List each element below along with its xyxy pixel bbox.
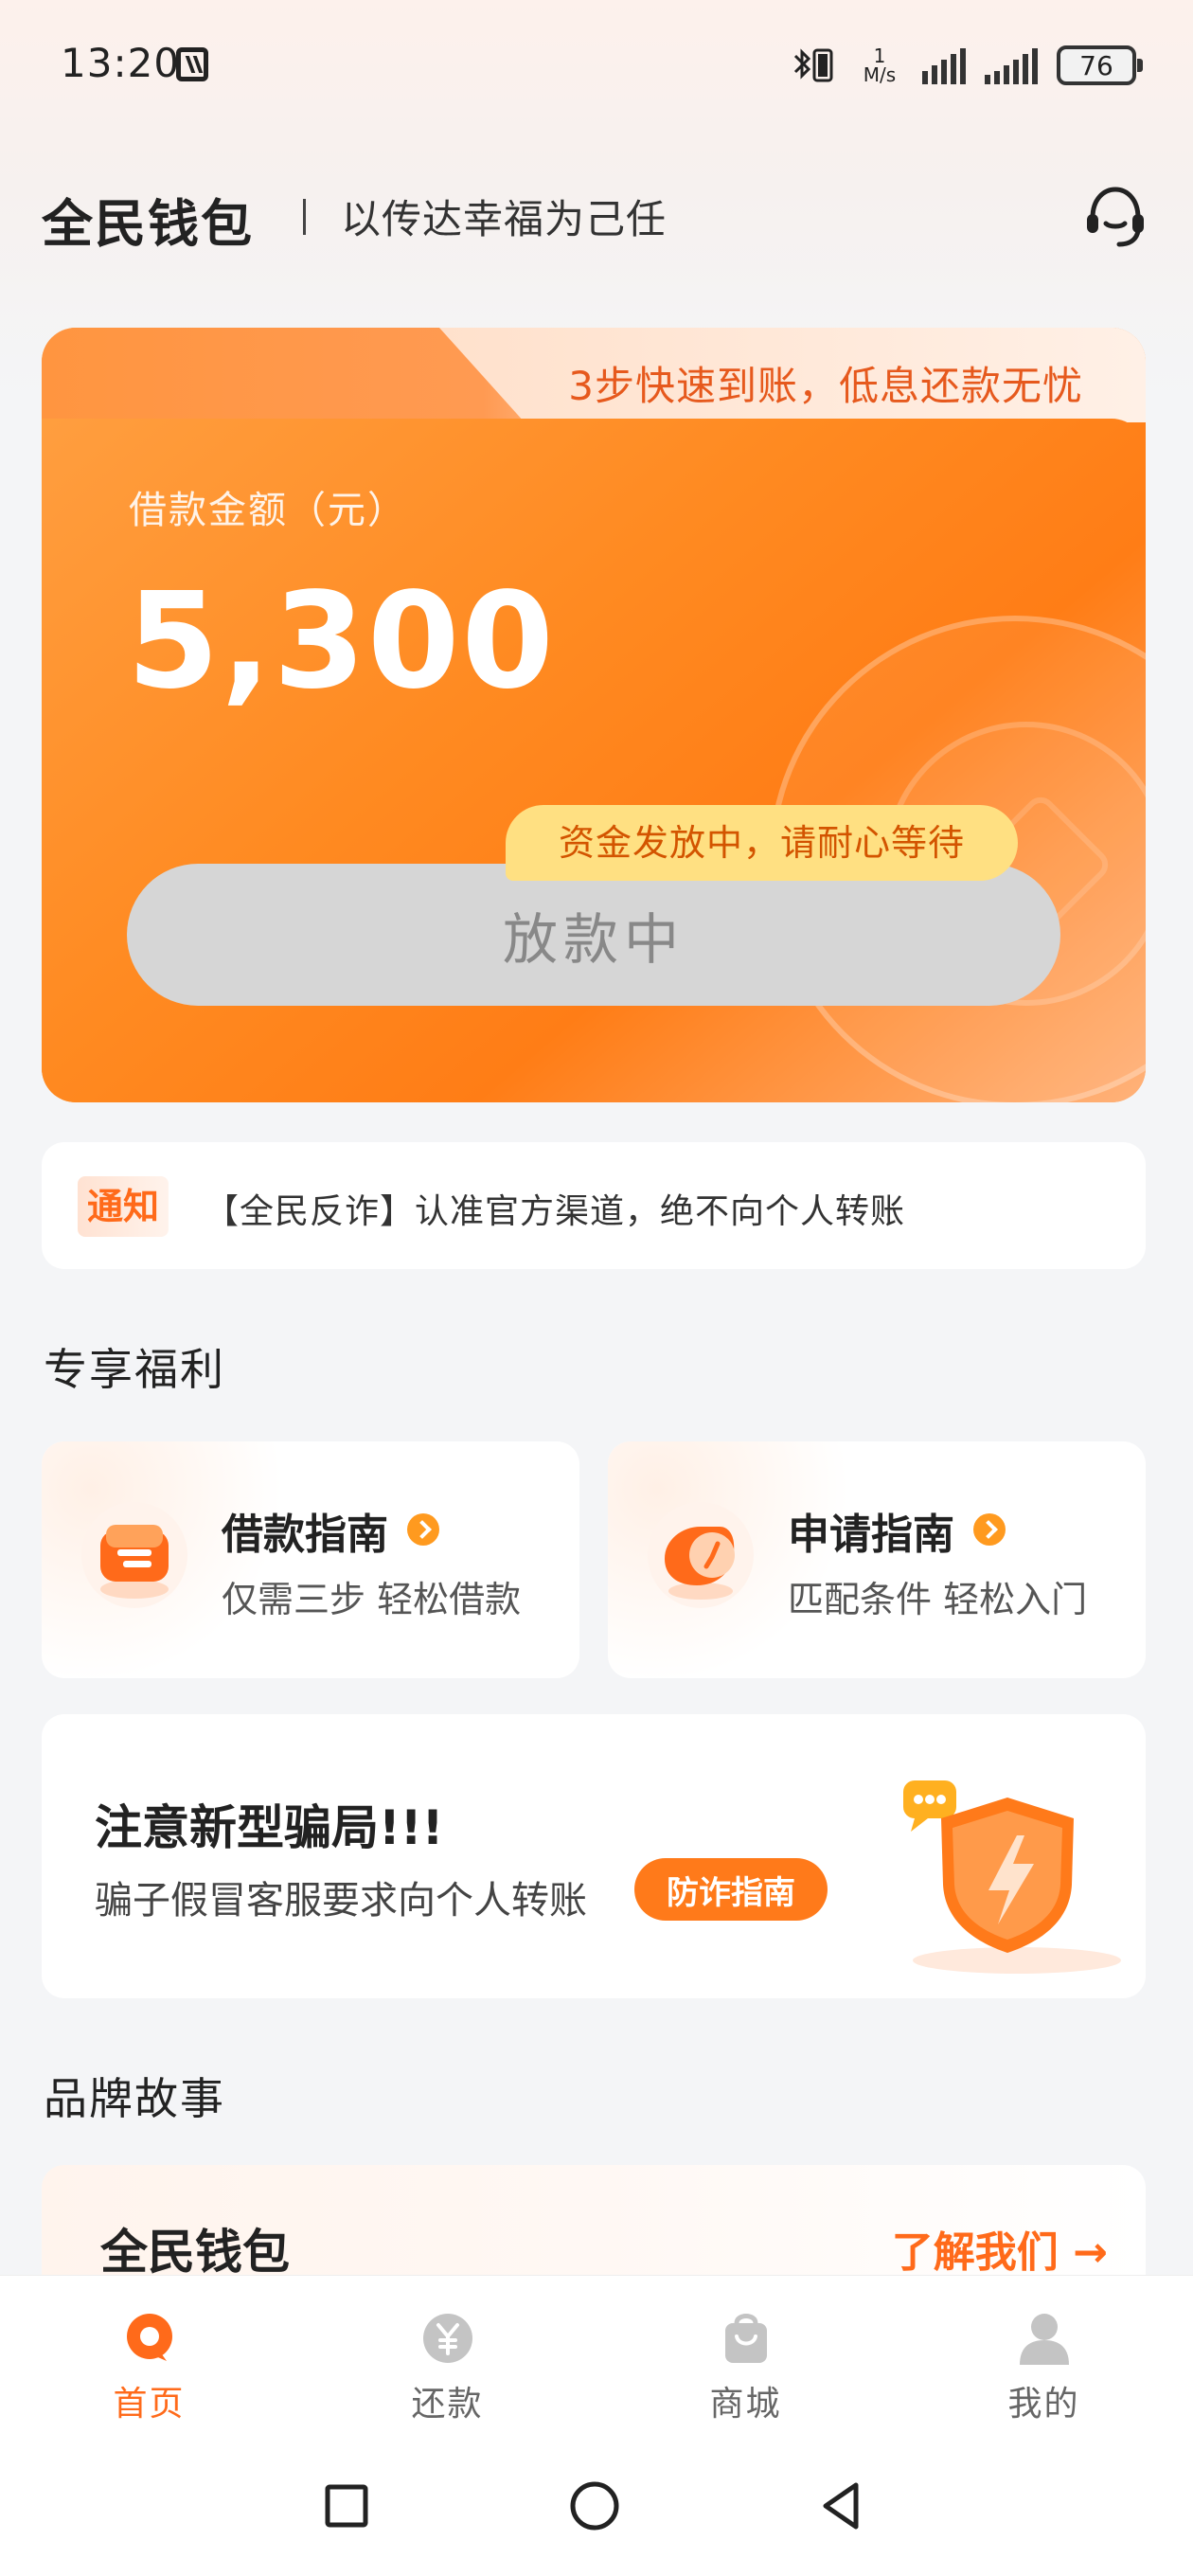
nav-label: 我的 (1007, 2385, 1080, 2424)
home-button-icon[interactable] (564, 2476, 625, 2536)
nav-label: 商城 (709, 2385, 782, 2424)
header-divider (303, 199, 306, 235)
network-speed-unit: M/s (863, 63, 897, 86)
benefit-title: 借款指南 (222, 1511, 388, 1559)
anti-fraud-guide-button[interactable]: 防诈指南 (634, 1858, 828, 1921)
brand-card-title: 全民钱包 (100, 2225, 290, 2280)
system-navigation-bar (0, 2438, 1193, 2576)
recent-apps-icon[interactable] (316, 2476, 377, 2536)
signal-2-icon (985, 46, 1038, 84)
scam-warning-title: 注意新型骗局!!! (95, 1800, 444, 1855)
benefit-subtitle: 仅需三步 轻松借款 (222, 1579, 522, 1620)
notice-bar[interactable]: 通知 【全民反诈】认准官方渠道，绝不向个人转账 (42, 1142, 1146, 1269)
app-header: 全民钱包 以传达幸福为己任 (42, 170, 1151, 256)
shop-icon (724, 2314, 767, 2363)
nav-item-shop[interactable]: 商城 (596, 2276, 895, 2438)
notice-tag: 通知 (78, 1176, 169, 1237)
status-bubble: 资金发放中，请耐心等待 (506, 805, 1019, 881)
amount-label: 借款金额（元） (129, 489, 407, 532)
loan-tab-text: 3步快速到账，低息还款无忧 (568, 363, 1083, 409)
amount-value: 5,300 (127, 564, 556, 719)
nav-label: 首页 (113, 2385, 186, 2424)
about-us-link[interactable]: 了解我们 → (892, 2218, 1108, 2279)
nav-item-home[interactable]: 首页 (0, 2276, 298, 2438)
battery-icon: 76 (1057, 45, 1143, 85)
customer-service-icon[interactable] (1079, 180, 1151, 252)
section-title-brand-story: 品牌故事 (44, 2073, 225, 2124)
signal-1-icon (922, 46, 966, 84)
profile-icon (1019, 2314, 1069, 2365)
nav-label: 还款 (411, 2385, 484, 2424)
benefit-card-loan-guide[interactable]: 借款指南 仅需三步 轻松借款 (42, 1441, 579, 1678)
network-speed: 1 M/s (856, 46, 903, 84)
brand-title: 全民钱包 (42, 194, 254, 254)
bottom-nav: 首页 还款 商城 我的 (0, 2275, 1193, 2438)
compass-icon (648, 1502, 754, 1608)
benefit-subtitle: 匹配条件 轻松入门 (788, 1579, 1088, 1620)
loan-guide-icon (81, 1502, 187, 1608)
nfc-icon (176, 47, 208, 81)
home-icon (126, 2314, 172, 2361)
notice-text: 【全民反诈】认准官方渠道，绝不向个人转账 (205, 1192, 906, 1231)
chevron-right-icon (407, 1513, 439, 1546)
scam-warning-card: 注意新型骗局!!! 骗子假冒客服要求向个人转账 防诈指南 (42, 1714, 1146, 1998)
network-speed-value: 1 (873, 45, 886, 67)
repay-icon (422, 2314, 472, 2363)
shield-icon (903, 1780, 1121, 1974)
disbursing-button[interactable]: 放款中 (127, 864, 1060, 1006)
benefit-card-apply-guide[interactable]: 申请指南 匹配条件 轻松入门 (608, 1441, 1146, 1678)
nav-item-repay[interactable]: 还款 (298, 2276, 596, 2438)
brand-slogan: 以传达幸福为己任 (341, 196, 668, 242)
bluetooth-icon (793, 48, 833, 82)
loan-card: 3步快速到账，低息还款无忧 借款金额（元） 5,300 放款中 资金发放中，请耐… (42, 328, 1146, 1102)
scam-warning-desc: 骗子假冒客服要求向个人转账 (95, 1879, 587, 1923)
status-bar: 13:20 1 M/s 76 (0, 0, 1193, 142)
back-icon[interactable] (812, 2476, 873, 2536)
status-icons: 1 M/s 76 (790, 42, 1143, 89)
nav-item-profile[interactable]: 我的 (895, 2276, 1193, 2438)
status-time: 13:20 (61, 40, 181, 86)
chevron-right-icon (973, 1513, 1006, 1546)
section-title-benefits: 专享福利 (44, 1344, 225, 1395)
benefit-title: 申请指南 (788, 1511, 954, 1559)
app-screen: 13:20 1 M/s 76 全民钱包 以传达幸福为己任 3步快速到账，低息还款… (0, 0, 1193, 2576)
